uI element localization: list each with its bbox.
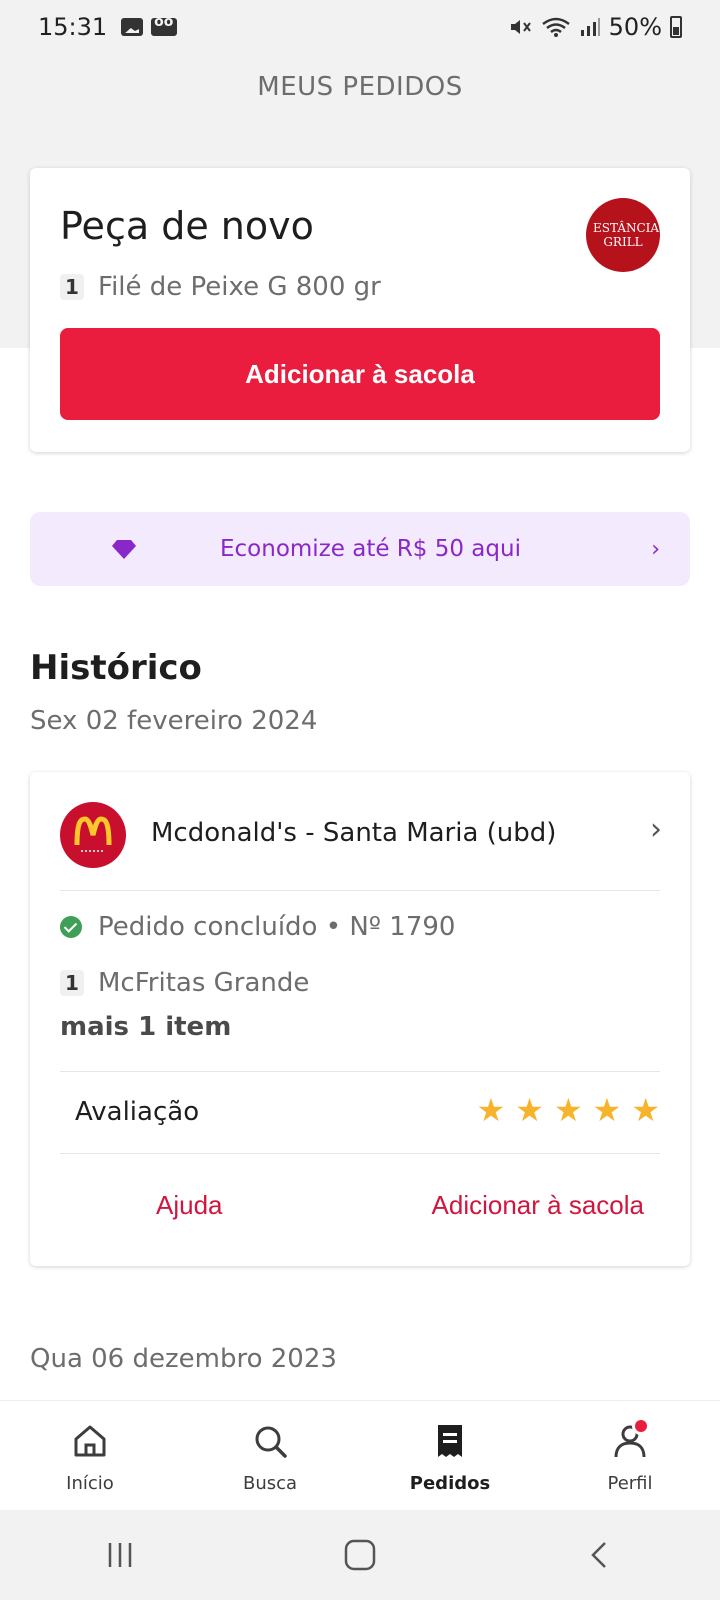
order-item-name: McFritas Grande [98,968,310,998]
home-icon [74,1425,106,1457]
check-circle-icon [60,916,82,938]
notification-dot [632,1417,650,1435]
diamond-icon [112,540,136,559]
promo-text: Economize até R$ 50 aqui [220,536,521,562]
divider [60,1153,660,1154]
nav-label: Perfil [607,1473,653,1494]
wifi-icon [541,17,570,37]
quantity-badge: 1 [60,970,84,996]
battery-icon [670,16,682,38]
gallery-icon [121,18,144,36]
history-title: Histórico [30,648,202,688]
reorder-card: Peça de novo 1 Filé de Peixe G 800 gr ES… [30,168,690,452]
status-time: 15:31 [38,13,108,41]
search-icon [255,1426,287,1458]
star-icon[interactable]: ★ [593,1094,622,1126]
page-title: MEUS PEDIDOS [257,72,463,102]
recent-apps-icon [108,1543,132,1567]
star-icon[interactable]: ★ [477,1094,506,1126]
back-button[interactable] [570,1525,630,1585]
mute-icon [510,20,531,34]
divider [60,890,660,891]
bottom-nav: Início Busca Pedidos Perfil [0,1400,720,1510]
voicemail-icon [151,14,178,36]
order-date: Sex 02 fevereiro 2024 [30,706,318,736]
estancia-grill-logo[interactable]: ESTÂNCIA GRILL [586,198,660,272]
nav-item-search[interactable]: Busca [180,1401,360,1510]
star-icon[interactable]: ★ [515,1094,544,1126]
promo-banner[interactable]: Economize até R$ 50 aqui › [30,512,690,586]
order-card[interactable]: Mcdonald's - Santa Maria (ubd) › Pedido … [30,772,690,1266]
home-square-icon [344,1539,376,1571]
nav-item-home[interactable]: Início [0,1401,180,1510]
rating-label: Avaliação [75,1097,200,1127]
nav-label: Busca [242,1473,298,1494]
recent-apps-button[interactable] [90,1525,150,1585]
reorder-title: Peça de novo [60,204,314,248]
order-date: Qua 06 dezembro 2023 [30,1344,337,1374]
chevron-right-icon: › [651,536,660,562]
battery-percentage: 50% [608,13,662,41]
rating-stars[interactable]: ★ ★ ★ ★ ★ [477,1094,660,1126]
star-icon[interactable]: ★ [554,1094,583,1126]
add-to-bag-link[interactable]: Adicionar à sacola [432,1190,644,1221]
mcdonalds-logo [60,802,126,868]
order-status-text: Pedido concluído • Nº 1790 [98,912,456,942]
restaurant-logo-text: ESTÂNCIA GRILL [593,221,660,249]
back-chevron-icon [591,1542,606,1568]
home-button[interactable] [330,1525,390,1585]
help-button[interactable]: Ajuda [156,1190,223,1221]
nav-label: Início [66,1473,114,1494]
golden-arches-icon [74,816,112,852]
order-status: Pedido concluído • Nº 1790 [60,912,455,942]
order-restaurant-name[interactable]: Mcdonald's - Santa Maria (ubd) [151,818,556,848]
reorder-item-name: Filé de Peixe G 800 gr [98,272,381,302]
quantity-badge: 1 [60,274,84,300]
add-to-bag-button[interactable]: Adicionar à sacola [60,328,660,420]
status-bar: 15:31 50% [0,0,720,54]
divider [60,1071,660,1072]
star-icon[interactable]: ★ [631,1094,660,1126]
receipt-icon [438,1425,462,1457]
signal-icon [580,18,600,36]
nav-item-profile[interactable]: Perfil [540,1401,720,1510]
nav-label: Pedidos [409,1473,491,1494]
order-item: 1 McFritas Grande [60,968,309,998]
reorder-item: 1 Filé de Peixe G 800 gr [60,272,381,302]
system-navigation-bar [0,1510,720,1600]
chevron-right-icon[interactable]: › [650,812,662,847]
more-items: mais 1 item [60,1012,232,1042]
nav-item-orders[interactable]: Pedidos [360,1401,540,1510]
